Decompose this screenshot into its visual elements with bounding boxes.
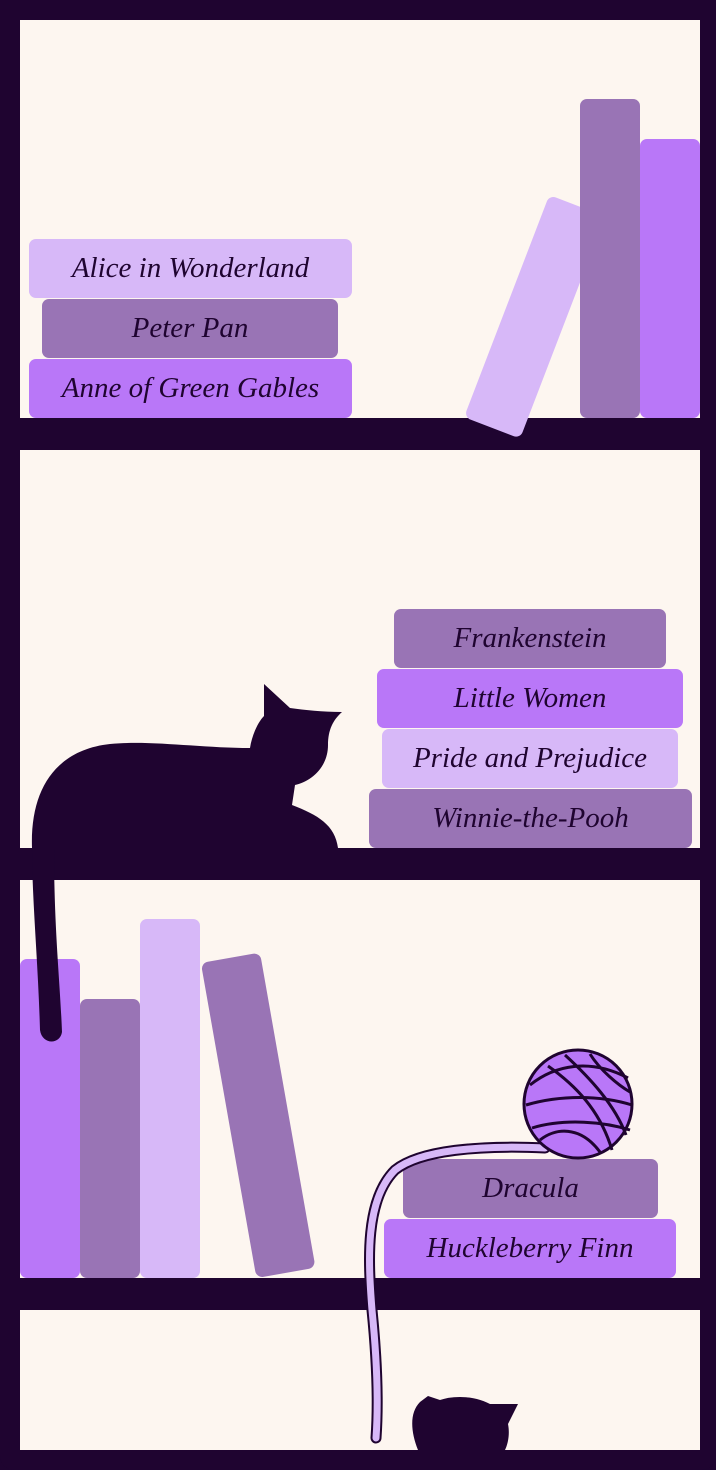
yarn-ball-icon [522,1048,634,1160]
decorations-layer [31,684,634,1450]
yarn-string [364,1141,551,1444]
kitten-silhouette [412,1396,518,1450]
bookcase: Alice in Wonderland Peter Pan Anne of Gr… [0,0,716,1470]
cat-silhouette [31,684,343,1042]
